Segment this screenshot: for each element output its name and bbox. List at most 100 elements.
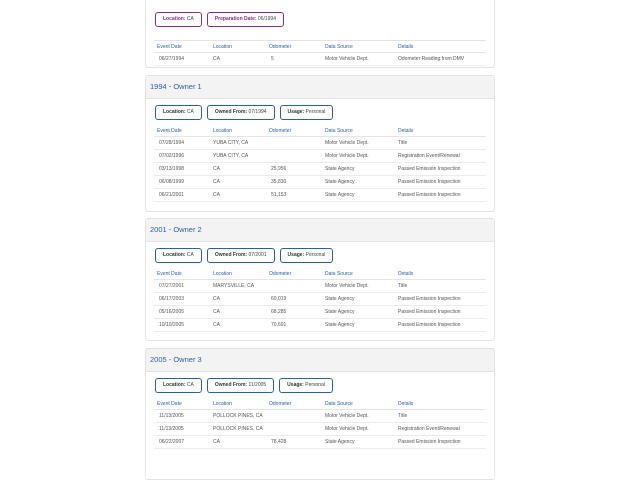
event-date: 03/13/1998	[154, 162, 210, 176]
event-source: State Agency	[322, 188, 395, 202]
location-chip[interactable]: Location: CA	[155, 11, 202, 27]
table-row: 07/27/2001 MARYSVILLE, CA Motor Vehicle De…	[154, 279, 486, 293]
header-details: Details	[395, 268, 486, 280]
header-location: Location	[210, 268, 266, 280]
event-details: Passed Emission Inspection	[395, 292, 486, 306]
table-header-row: Event Date Location Odometer Data Source…	[154, 125, 486, 137]
preparation-date-chip[interactable]: Preparation Date: 06/1994	[206, 11, 284, 27]
header-odometer: Odometer	[266, 125, 322, 137]
event-date: 06/22/2007	[154, 435, 210, 449]
event-date: 11/13/2005	[154, 409, 210, 423]
event-location: MARYSVILLE, CA	[210, 279, 266, 293]
event-location: CA	[210, 435, 266, 449]
owned-from-chip[interactable]: Owned From: 07/1994	[206, 104, 275, 120]
table-row: 05/16/2005 CA 68,285 State Agency Passed Emi…	[154, 305, 486, 319]
owner-title: 1994 - Owner 1	[146, 76, 494, 99]
event-details: Odometer Reading from DMV	[395, 52, 486, 66]
location-chip[interactable]: Location: CA	[155, 104, 202, 120]
event-date: 06/17/2003	[154, 292, 210, 306]
event-odometer: 51,153	[266, 188, 322, 202]
event-odometer: 70,691	[266, 318, 322, 332]
header-event-date: Event Date	[154, 398, 210, 410]
event-source: Motor Vehicle Dept.	[322, 422, 395, 436]
usage-chip[interactable]: Usage: Personal	[279, 247, 334, 263]
owner-section-1: 1994 - Owner 1 Location: CA Owned From: …	[145, 75, 495, 212]
event-odometer	[266, 149, 322, 163]
usage-chip[interactable]: Usage: Personal	[279, 104, 334, 120]
event-source: Motor Vehicle Dept.	[322, 149, 395, 163]
table-row: 06/21/2001 CA 51,153 State Agency Passed Emi…	[154, 188, 486, 202]
event-source: State Agency	[322, 318, 395, 332]
event-location: CA	[210, 188, 266, 202]
vehicle-history-page: Location: CA Preparation Date: 06/1994 E…	[0, 0, 640, 480]
header-data-source: Data Source	[322, 268, 395, 280]
event-date: 05/16/2005	[154, 305, 210, 319]
event-location: POLLOCK PINES, CA	[210, 409, 266, 423]
event-location: POLLOCK PINES, CA	[210, 422, 266, 436]
event-details: Passed Emission Inspection	[395, 162, 486, 176]
owner-title: 2001 - Owner 2	[146, 219, 494, 242]
event-location: CA	[210, 175, 266, 189]
event-odometer	[266, 136, 322, 150]
event-details: Passed Emission Inspection	[395, 305, 486, 319]
event-source: State Agency	[322, 292, 395, 306]
header-odometer: Odometer	[266, 40, 322, 53]
location-chip[interactable]: Location: CA	[155, 247, 202, 263]
event-details: Title	[395, 409, 486, 423]
header-event-date: Event Date	[154, 268, 210, 280]
header-data-source: Data Source	[322, 398, 395, 410]
event-source: State Agency	[322, 162, 395, 176]
table-row: 06/22/2007 CA 78,428 State Agency Passed Emi…	[154, 435, 486, 449]
header-odometer: Odometer	[266, 268, 322, 280]
event-details: Passed Emission Inspection	[395, 175, 486, 189]
table-row: 06/08/1999 CA 35,830 State Agency Passed Emi…	[154, 175, 486, 189]
header-details: Details	[395, 398, 486, 410]
event-location: YUBA CITY, CA	[210, 149, 266, 163]
event-date: 06/27/1994	[154, 52, 210, 66]
table-row: 06/27/1994 CA 5 Motor Vehicle Dept. Odom…	[154, 52, 486, 66]
header-location: Location	[210, 398, 266, 410]
event-odometer: 5	[266, 52, 322, 66]
owner-section-0: Location: CA Preparation Date: 06/1994 E…	[145, 0, 495, 68]
event-source: State Agency	[322, 435, 395, 449]
event-details: Title	[395, 279, 486, 293]
header-data-source: Data Source	[322, 125, 395, 137]
owned-from-chip[interactable]: Owned From: 11/2005	[206, 377, 275, 393]
event-odometer	[266, 279, 322, 293]
event-odometer	[266, 422, 322, 436]
event-location: CA	[210, 162, 266, 176]
event-table: Event Date Location Odometer Data Source…	[154, 268, 486, 332]
header-location: Location	[210, 40, 266, 53]
usage-chip[interactable]: Usage: Personal	[279, 377, 333, 393]
table-header-row: Event Date Location Odometer Data Source…	[154, 268, 486, 280]
event-location: YUBA CITY, CA	[210, 136, 266, 150]
table-header-row: Event Date Location Odometer Data Source…	[154, 40, 486, 53]
event-date: 11/13/2005	[154, 422, 210, 436]
owner-section-2: 2001 - Owner 2 Location: CA Owned From: …	[145, 218, 495, 341]
header-details: Details	[395, 125, 486, 137]
header-details: Details	[395, 40, 486, 53]
owned-from-chip[interactable]: Owned From: 07/2001	[206, 247, 275, 263]
event-date: 07/02/1996	[154, 149, 210, 163]
event-odometer: 25,956	[266, 162, 322, 176]
table-row: 07/02/1996 YUBA CITY, CA Motor Vehicle Dep…	[154, 149, 486, 163]
event-date: 06/08/1999	[154, 175, 210, 189]
event-details: Passed Emission Inspection	[395, 318, 486, 332]
event-source: State Agency	[322, 305, 395, 319]
event-source: State Agency	[322, 175, 395, 189]
event-table: Event Date Location Odometer Data Source…	[154, 398, 486, 449]
location-chip[interactable]: Location: CA	[155, 377, 202, 393]
header-event-date: Event Date	[154, 125, 210, 137]
filter-chips: Location: CA Owned From: 07/1994 Usage: …	[154, 99, 486, 125]
event-source: Motor Vehicle Dept.	[322, 409, 395, 423]
header-odometer: Odometer	[266, 398, 322, 410]
filter-chips: Location: CA Owned From: 07/2001 Usage: …	[154, 242, 486, 268]
event-odometer: 78,428	[266, 435, 322, 449]
event-date: 07/28/1994	[154, 136, 210, 150]
event-odometer	[266, 409, 322, 423]
event-source: Motor Vehicle Dept.	[322, 52, 395, 66]
event-details: Passed Emission Inspection	[395, 435, 486, 449]
event-date: 07/27/2001	[154, 279, 210, 293]
event-details: Title	[395, 136, 486, 150]
event-details: Registration Event/Renewal	[395, 422, 486, 436]
